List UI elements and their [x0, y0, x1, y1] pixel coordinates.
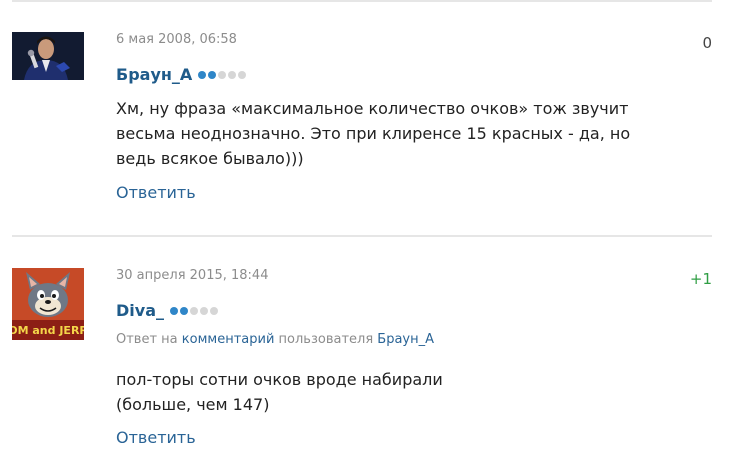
user-avatar[interactable]: TOM and JERRY	[12, 268, 84, 340]
rating-dot	[238, 70, 247, 79]
reply-button[interactable]: Ответить	[116, 183, 196, 202]
user-rating-dots	[198, 70, 248, 79]
rating-dot	[228, 70, 237, 79]
comment-score: 0	[702, 34, 712, 52]
comment-text: Хм, ну фраза «максимальное количество оч…	[116, 99, 631, 168]
comment-date: 30 апреля 2015, 18:44	[116, 268, 269, 283]
rating-dot	[190, 306, 198, 315]
divider-top	[12, 0, 712, 2]
reply-middle: пользователя	[278, 332, 374, 347]
avatar-caption: TOM and JERRY	[12, 324, 84, 337]
comment-author-row: Браун_А	[116, 65, 248, 84]
rating-dot	[180, 306, 188, 315]
reply-prefix: Ответ на	[116, 332, 178, 347]
comment-item: TOM and JERRY 30 апреля 2015, 18:44 +1 D…	[12, 268, 718, 458]
reply-button[interactable]: Ответить	[116, 428, 196, 447]
rating-dot	[208, 70, 217, 79]
divider	[12, 235, 712, 237]
reply-user-link[interactable]: Браун_А	[377, 332, 434, 347]
comment-item: 6 мая 2008, 06:58 0 Браун_А Хм, ну фраза…	[12, 32, 718, 222]
reply-comment-link[interactable]: комментарий	[182, 332, 275, 347]
comment-author-link[interactable]: Diva_	[116, 301, 164, 320]
comment-author-row: Diva_	[116, 301, 220, 320]
comments-page: 6 мая 2008, 06:58 0 Браун_А Хм, ну фраза…	[0, 0, 730, 462]
comment-score: +1	[689, 270, 712, 288]
rating-dot	[218, 70, 227, 79]
rating-dot	[198, 70, 207, 79]
rating-dot	[210, 306, 218, 315]
man-with-microphone-avatar-icon	[12, 32, 84, 80]
user-rating-dots	[170, 306, 220, 315]
tom-and-jerry-cat-avatar-icon: TOM and JERRY	[12, 268, 84, 340]
reply-context: Ответ на комментарий пользователя Браун_…	[116, 332, 434, 347]
rating-dot	[200, 306, 208, 315]
comment-date: 6 мая 2008, 06:58	[116, 32, 237, 47]
rating-dot	[170, 306, 178, 315]
comment-text: пол-торы сотни очков вроде набирали (бол…	[116, 370, 443, 414]
comment-author-link[interactable]: Браун_А	[116, 65, 192, 84]
user-avatar[interactable]	[12, 32, 84, 104]
